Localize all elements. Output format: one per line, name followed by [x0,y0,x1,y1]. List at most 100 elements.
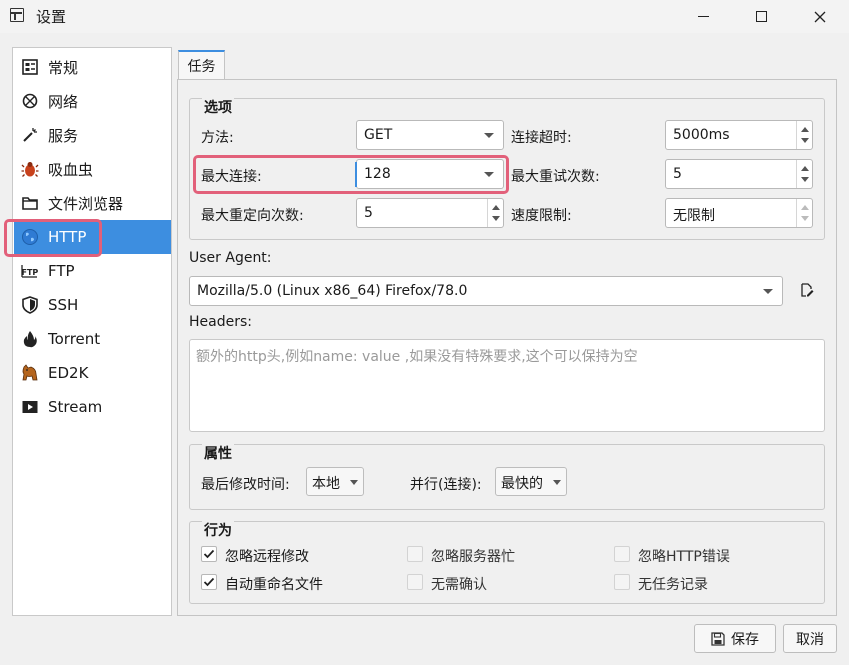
sidebar-item-label: Torrent [48,330,101,348]
chevron-down-icon [350,480,358,485]
general-icon [21,58,39,76]
sidebar-item-ed2k[interactable]: ED2K [14,356,171,390]
user-agent-label: User Agent: [189,250,272,266]
wand-icon [21,126,39,144]
edit-icon[interactable] [800,283,814,297]
ignore-http-error-checkbox[interactable] [614,546,630,562]
method-value: GET [364,127,393,143]
ignore-remote-modify-checkbox[interactable] [201,546,217,562]
sidebar-item-file-browser[interactable]: 文件浏览器 [14,186,171,220]
chevron-down-icon [763,289,773,294]
sidebar-item-label: Stream [48,398,103,416]
title-bar: 设置 [0,0,849,33]
checkmark-icon [203,577,215,587]
speed-limit-value: 无限制 [673,208,715,224]
user-agent-value: Mozilla/5.0 (Linux x86_64) Firefox/78.0 [197,283,468,299]
sidebar-item-service[interactable]: 服务 [14,118,171,152]
max-redirect-spinbox[interactable]: 5 [356,198,504,228]
sidebar-item-torrent[interactable]: Torrent [14,322,171,356]
sidebar-item-label: ED2K [48,364,89,382]
tab-task[interactable]: 任务 [178,50,225,80]
ignore-server-busy-label: 忽略服务器忙 [431,549,515,565]
arrow-up-icon [492,205,500,210]
arrow-up-icon [801,205,809,210]
options-group-title: 选项 [202,97,234,117]
ignore-server-busy-checkbox[interactable] [407,546,423,562]
arrow-down-icon [492,216,500,221]
save-button[interactable]: 保存 [694,624,776,653]
timeout-label: 连接超时: [511,130,572,146]
last-modified-dropdown[interactable]: 本地 [306,467,364,496]
flame-icon [21,330,39,348]
cancel-label: 取消 [796,631,824,648]
sidebar-item-label: 吸血虫 [48,160,94,179]
chevron-down-icon [553,480,561,485]
sidebar-item-label: SSH [48,296,79,314]
speed-limit-spinbox[interactable]: 无限制 [665,198,813,228]
save-icon [711,631,725,646]
cancel-button[interactable]: 取消 [783,624,837,653]
sidebar-item-ssh[interactable]: SSH [14,288,171,322]
arrow-down-icon [801,216,809,221]
close-button[interactable] [797,0,843,33]
ftp-icon: FTP [21,262,39,280]
max-retry-stepper[interactable] [796,160,812,188]
no-task-record-checkbox[interactable] [614,574,630,590]
sidebar-item-label: 常规 [48,58,79,77]
bug-icon [21,160,39,178]
shield-icon [21,296,39,314]
network-icon [21,92,39,110]
max-retry-spinbox[interactable]: 5 [665,159,813,189]
timeout-spinbox[interactable]: 5000ms [665,120,813,150]
maximize-button[interactable] [738,0,784,33]
timeout-stepper[interactable] [796,121,812,149]
arrow-up-icon [801,166,809,171]
auto-rename-checkbox[interactable] [201,574,217,590]
method-select[interactable]: GET [356,120,504,150]
user-agent-select[interactable]: Mozilla/5.0 (Linux x86_64) Firefox/78.0 [189,276,783,306]
last-modified-value: 本地 [312,476,340,492]
max-redirect-stepper[interactable] [487,199,503,227]
minimize-icon [697,15,709,18]
sidebar-item-ftp[interactable]: FTP FTP [14,254,171,288]
timeout-value: 5000ms [673,127,730,143]
sidebar-item-network[interactable]: 网络 [14,84,171,118]
sidebar: 常规 网络 服务 吸血虫 文件浏览器 HTTP FTP FTP SSH Torr… [12,47,172,616]
sidebar-item-label: FTP [48,262,75,280]
stream-icon [21,398,39,416]
max-retry-label: 最大重试次数: [511,169,600,185]
sidebar-item-label: 网络 [48,92,79,111]
no-task-record-label: 无任务记录 [638,577,708,593]
svg-text:FTP: FTP [22,268,39,277]
max-retry-value: 5 [673,166,682,182]
headers-textarea[interactable]: 额外的http头,例如name: value ,如果没有特殊要求,这个可以保持为… [189,339,825,432]
behavior-group-title: 行为 [202,520,234,540]
method-label: 方法: [201,130,234,146]
save-label: 保存 [731,631,759,648]
minimize-button[interactable] [680,0,726,33]
arrow-down-icon [801,138,809,143]
app-icon [10,8,24,22]
speed-limit-stepper[interactable] [796,199,812,227]
parallel-dropdown[interactable]: 最快的 [495,467,567,496]
arrow-up-icon [801,127,809,132]
auto-rename-label: 自动重命名文件 [225,577,323,593]
no-confirm-checkbox[interactable] [407,574,423,590]
sidebar-item-stream[interactable]: Stream [14,390,171,424]
headers-placeholder: 额外的http头,例如name: value ,如果没有特殊要求,这个可以保持为… [196,349,638,365]
ignore-remote-modify-label: 忽略远程修改 [225,549,309,565]
sidebar-item-general[interactable]: 常规 [14,50,171,84]
parallel-value: 最快的 [501,476,543,492]
checkmark-icon [203,549,215,559]
donkey-icon [21,364,39,382]
sidebar-item-leech[interactable]: 吸血虫 [14,152,171,186]
chevron-down-icon [484,133,494,138]
max-redirect-label: 最大重定向次数: [201,208,304,224]
properties-group-title: 属性 [202,443,234,463]
no-confirm-label: 无需确认 [431,577,487,593]
window-title: 设置 [36,8,67,26]
last-modified-label: 最后修改时间: [201,477,290,493]
maximize-icon [755,11,767,22]
folder-icon [21,194,39,212]
arrow-down-icon [801,177,809,182]
